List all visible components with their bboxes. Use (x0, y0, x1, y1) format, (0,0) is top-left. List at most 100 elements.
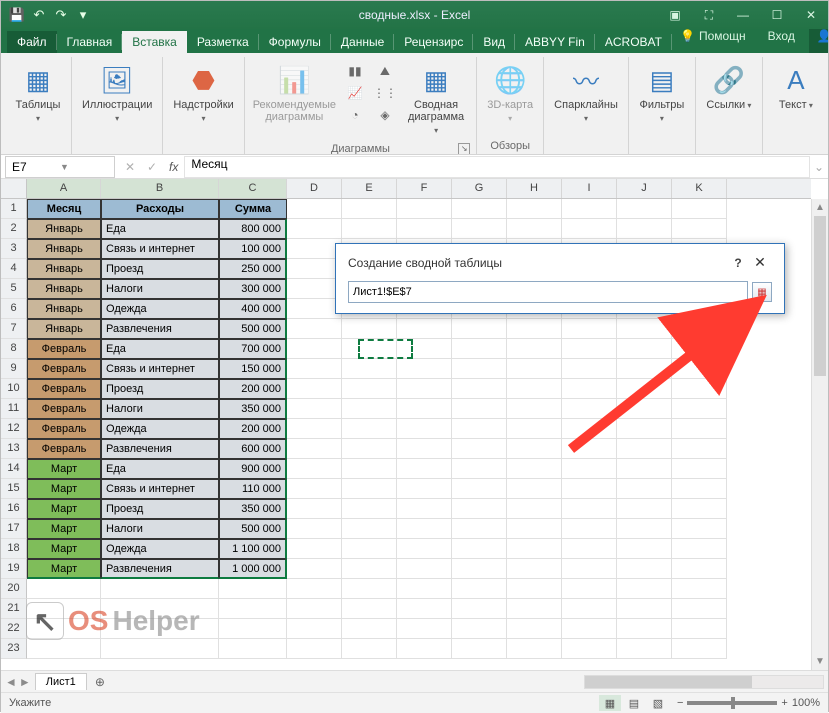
maximize-icon[interactable]: ☐ (760, 1, 794, 29)
cell[interactable] (287, 519, 342, 539)
cell[interactable]: Сумма (219, 199, 287, 219)
cell[interactable] (672, 599, 727, 619)
row-header[interactable]: 22 (1, 619, 27, 639)
cell[interactable] (342, 459, 397, 479)
row-header[interactable]: 9 (1, 359, 27, 379)
tab-Вставка[interactable]: Вставка (122, 31, 187, 53)
cell[interactable]: Развлечения (101, 439, 219, 459)
name-box[interactable]: E7▼ (5, 156, 115, 178)
cell[interactable] (672, 399, 727, 419)
cell[interactable] (562, 199, 617, 219)
cell[interactable] (617, 319, 672, 339)
cell[interactable]: 800 000 (219, 219, 287, 239)
cell[interactable] (617, 419, 672, 439)
cell[interactable] (342, 219, 397, 239)
cell[interactable] (397, 459, 452, 479)
bar-chart-icon[interactable]: ▮▮ (344, 61, 366, 81)
cell[interactable] (397, 579, 452, 599)
cell[interactable] (617, 639, 672, 659)
cell[interactable] (672, 499, 727, 519)
cell[interactable]: Проезд (101, 259, 219, 279)
cell[interactable]: Еда (101, 339, 219, 359)
cell[interactable] (287, 299, 342, 319)
dialog-help-icon[interactable]: ? (728, 256, 748, 270)
cell[interactable] (287, 559, 342, 579)
tab-Разметка[interactable]: Разметка (187, 31, 259, 53)
cell[interactable] (287, 199, 342, 219)
cell[interactable] (342, 599, 397, 619)
full-screen-icon[interactable]: ⛶ (692, 1, 726, 29)
cell[interactable] (452, 199, 507, 219)
cell[interactable] (342, 359, 397, 379)
row-header[interactable]: 15 (1, 479, 27, 499)
sheet-nav-prev-icon[interactable]: ◄ (5, 675, 17, 689)
cell[interactable]: 300 000 (219, 279, 287, 299)
cell[interactable] (397, 559, 452, 579)
vertical-scrollbar[interactable]: ▲ ▼ (811, 199, 828, 670)
cell[interactable] (507, 199, 562, 219)
cell[interactable]: 200 000 (219, 419, 287, 439)
cell[interactable] (617, 539, 672, 559)
cell[interactable] (507, 499, 562, 519)
cell[interactable] (672, 479, 727, 499)
col-header-G[interactable]: G (452, 179, 507, 198)
cell[interactable]: Связь и интернет (101, 359, 219, 379)
cell[interactable] (342, 479, 397, 499)
cell[interactable] (672, 219, 727, 239)
cell[interactable] (397, 519, 452, 539)
cell[interactable]: Месяц (27, 199, 101, 219)
cell[interactable] (507, 439, 562, 459)
cell[interactable]: Проезд (101, 499, 219, 519)
cell[interactable]: Февраль (27, 339, 101, 359)
row-header[interactable]: 13 (1, 439, 27, 459)
col-header-E[interactable]: E (342, 179, 397, 198)
cell[interactable]: Январь (27, 219, 101, 239)
cell[interactable] (287, 479, 342, 499)
cell[interactable]: Февраль (27, 359, 101, 379)
row-header[interactable]: 16 (1, 499, 27, 519)
cell[interactable] (287, 239, 342, 259)
cell[interactable]: 250 000 (219, 259, 287, 279)
cell[interactable] (342, 539, 397, 559)
share-button[interactable]: 👤 Общий доступ (809, 29, 828, 53)
cell[interactable] (672, 359, 727, 379)
tab-Вид[interactable]: Вид (473, 31, 515, 53)
cell[interactable] (507, 399, 562, 419)
sheet-nav-next-icon[interactable]: ► (19, 675, 31, 689)
cell[interactable] (101, 639, 219, 659)
cell[interactable]: Одежда (101, 299, 219, 319)
row-header[interactable]: 4 (1, 259, 27, 279)
cell[interactable] (507, 319, 562, 339)
cell[interactable] (287, 379, 342, 399)
cell[interactable]: Еда (101, 219, 219, 239)
cell[interactable] (287, 219, 342, 239)
cell[interactable] (342, 519, 397, 539)
row-header[interactable]: 20 (1, 579, 27, 599)
cancel-formula-icon[interactable]: ✕ (119, 160, 141, 174)
cell[interactable] (617, 519, 672, 539)
cell[interactable] (507, 599, 562, 619)
sign-in[interactable]: Вход (760, 29, 803, 46)
cell[interactable] (617, 359, 672, 379)
illustrations-button[interactable]: 🖼Иллюстрации (78, 59, 156, 129)
range-picker-icon[interactable]: ▦ (752, 282, 772, 302)
row-header[interactable]: 19 (1, 559, 27, 579)
cell[interactable] (342, 559, 397, 579)
cell[interactable]: 600 000 (219, 439, 287, 459)
cell[interactable] (342, 419, 397, 439)
cell[interactable] (617, 219, 672, 239)
cell[interactable] (672, 379, 727, 399)
cell[interactable] (562, 419, 617, 439)
cell[interactable] (287, 579, 342, 599)
cell[interactable]: 500 000 (219, 319, 287, 339)
cell[interactable]: 400 000 (219, 299, 287, 319)
cell[interactable]: Февраль (27, 379, 101, 399)
cell[interactable]: 700 000 (219, 339, 287, 359)
cell[interactable] (342, 339, 397, 359)
cell[interactable] (452, 219, 507, 239)
cell[interactable] (562, 619, 617, 639)
normal-view-icon[interactable]: ▦ (599, 695, 621, 711)
cell[interactable] (287, 539, 342, 559)
cell[interactable]: Связь и интернет (101, 239, 219, 259)
cell[interactable]: Март (27, 539, 101, 559)
